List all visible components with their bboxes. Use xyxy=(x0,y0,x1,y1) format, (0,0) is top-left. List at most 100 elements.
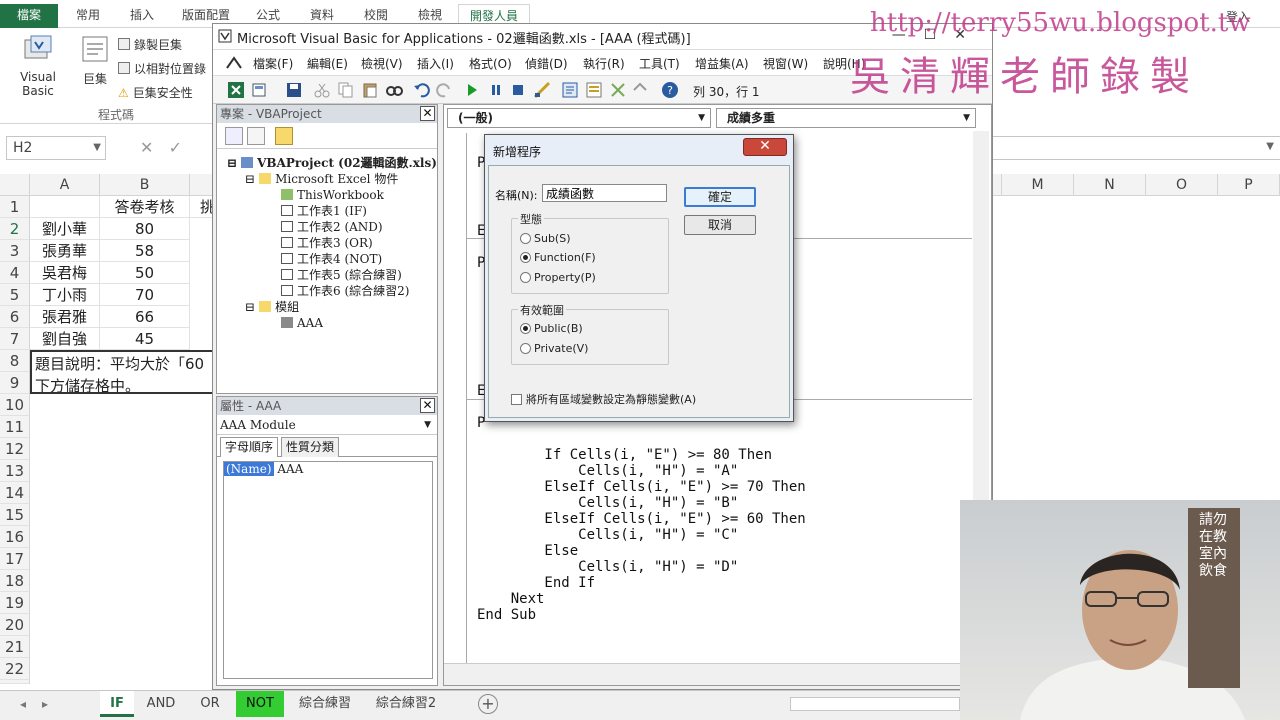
toolbox-icon[interactable] xyxy=(631,81,649,99)
tree-item-modules[interactable]: ⊟ 模組 xyxy=(245,299,299,315)
view-code-icon[interactable] xyxy=(225,127,243,145)
row-header[interactable]: 20 xyxy=(0,614,30,636)
tab-categorized[interactable]: 性質分類 xyxy=(281,437,340,457)
tree-item-sheet[interactable]: 工作表6 (綜合練習2) xyxy=(281,283,409,299)
excel-icon[interactable] xyxy=(227,81,245,99)
collapse-icon[interactable]: ⊟ xyxy=(245,172,255,186)
collapse-icon[interactable]: ⊟ xyxy=(245,300,255,314)
tab-insert[interactable]: 插入 xyxy=(120,4,164,26)
row-header[interactable]: 11 xyxy=(0,416,30,438)
cell-score[interactable]: 50 xyxy=(100,262,190,284)
sheet-tab-not[interactable]: NOT xyxy=(236,691,284,717)
visual-basic-button[interactable]: Visual Basic xyxy=(6,34,70,98)
insert-module-icon[interactable] xyxy=(251,81,269,99)
toggle-folders-icon[interactable] xyxy=(275,127,293,145)
radio-private[interactable]: Private(V) xyxy=(520,342,588,355)
static-variables-checkbox[interactable]: 將所有區域變數設定為靜態變數(A) xyxy=(511,391,696,407)
col-header-p[interactable]: P xyxy=(1218,174,1280,196)
undo-icon[interactable] xyxy=(413,81,431,99)
pause-icon[interactable] xyxy=(487,81,505,99)
menu-file[interactable]: 檔案(F) xyxy=(253,55,293,72)
row-header[interactable]: 7 xyxy=(0,328,30,350)
row-header[interactable]: 12 xyxy=(0,438,30,460)
row-header[interactable]: 18 xyxy=(0,570,30,592)
macro-security-button[interactable]: ⚠ 巨集安全性 xyxy=(118,84,193,101)
row-header[interactable]: 19 xyxy=(0,592,30,614)
property-name[interactable]: (Name) xyxy=(224,462,274,476)
row-header[interactable]: 2 xyxy=(0,218,30,240)
row-header[interactable]: 10 xyxy=(0,394,30,416)
col-header-o[interactable]: O xyxy=(1146,174,1218,196)
formula-bar[interactable]: ▼ xyxy=(990,136,1280,160)
horizontal-scrollbar[interactable] xyxy=(790,697,960,711)
row-header[interactable]: 21 xyxy=(0,636,30,658)
cell-a1[interactable] xyxy=(30,196,100,218)
cell-name[interactable]: 張勇華 xyxy=(30,240,100,262)
view-object-icon[interactable] xyxy=(247,127,265,145)
tree-item-sheet[interactable]: 工作表3 (OR) xyxy=(281,235,373,251)
radio-public[interactable]: Public(B) xyxy=(520,322,583,335)
run-icon[interactable] xyxy=(463,81,481,99)
cell-score[interactable]: 58 xyxy=(100,240,190,262)
row-header[interactable]: 1 xyxy=(0,196,30,218)
name-box[interactable]: H2 ▼ xyxy=(6,136,106,160)
col-header-n[interactable]: N xyxy=(1074,174,1146,196)
ok-button[interactable]: 確定 xyxy=(684,187,756,207)
sheet-tab-if[interactable]: IF xyxy=(100,691,134,717)
cancel-button[interactable]: 取消 xyxy=(684,215,756,235)
row-header[interactable]: 5 xyxy=(0,284,30,306)
close-icon[interactable]: ✕ xyxy=(420,398,435,413)
cell-score[interactable]: 66 xyxy=(100,306,190,328)
tree-item-sheet[interactable]: 工作表1 (IF) xyxy=(281,203,367,219)
tab-file[interactable]: 檔案 xyxy=(0,4,58,28)
tree-item-sheet[interactable]: 工作表4 (NOT) xyxy=(281,251,382,267)
radio-sub[interactable]: Sub(S) xyxy=(520,232,571,245)
design-mode-icon[interactable] xyxy=(533,81,551,99)
project-explorer-icon[interactable] xyxy=(561,81,579,99)
stop-icon[interactable] xyxy=(509,81,527,99)
sheet-tab-practice2[interactable]: 綜合練習2 xyxy=(366,691,446,717)
col-header-b[interactable]: B xyxy=(100,174,190,196)
object-combo[interactable]: (一般) ▼ xyxy=(447,108,711,128)
col-header-m[interactable]: M xyxy=(1002,174,1074,196)
cell-name[interactable]: 劉自強 xyxy=(30,328,100,350)
redo-icon[interactable] xyxy=(435,81,453,99)
tree-item-project[interactable]: ⊟ VBAProject (02邏輯函數.xls) xyxy=(227,155,437,171)
procedure-name-input[interactable] xyxy=(542,184,667,202)
properties-icon[interactable] xyxy=(585,81,603,99)
sheet-tab-practice[interactable]: 綜合練習 xyxy=(290,691,360,717)
row-header[interactable]: 13 xyxy=(0,460,30,482)
row-header[interactable]: 22 xyxy=(0,658,30,680)
sheet-tab-and[interactable]: AND xyxy=(140,691,182,717)
property-value[interactable]: AAA xyxy=(277,462,303,476)
menu-debug[interactable]: 偵錯(D) xyxy=(525,55,568,72)
cancel-icon[interactable]: ✕ xyxy=(140,138,153,157)
cell-b1[interactable]: 答卷考核 xyxy=(100,196,190,218)
menu-view[interactable]: 檢視(V) xyxy=(361,55,403,72)
dialog-close-button[interactable]: ✕ xyxy=(743,138,787,156)
object-browser-icon[interactable] xyxy=(609,81,627,99)
row-header[interactable]: 6 xyxy=(0,306,30,328)
menu-run[interactable]: 執行(R) xyxy=(583,55,625,72)
excel-view-icon[interactable] xyxy=(225,54,243,72)
menu-format[interactable]: 格式(O) xyxy=(469,55,512,72)
record-macro-button[interactable]: 錄製巨集 xyxy=(118,36,182,53)
tree-item-sheet[interactable]: 工作表2 (AND) xyxy=(281,219,383,235)
radio-property[interactable]: Property(P) xyxy=(520,271,596,284)
cell-name[interactable]: 丁小雨 xyxy=(30,284,100,306)
collapse-icon[interactable]: ⊟ xyxy=(227,156,237,170)
select-all-corner[interactable] xyxy=(0,174,30,196)
properties-object-combo[interactable]: AAA Module ▼ xyxy=(217,415,437,435)
tree-item-excel-objects[interactable]: ⊟ Microsoft Excel 物件 xyxy=(245,171,398,187)
check-icon[interactable]: ✓ xyxy=(169,138,182,157)
col-header-a[interactable]: A xyxy=(30,174,100,196)
save-icon[interactable] xyxy=(285,81,303,99)
radio-function[interactable]: Function(F) xyxy=(520,251,596,264)
cut-icon[interactable] xyxy=(313,81,331,99)
tree-item-sheet[interactable]: 工作表5 (綜合練習) xyxy=(281,267,402,283)
relative-ref-button[interactable]: 以相對位置錄 xyxy=(118,60,206,77)
note-cell[interactable]: 題目說明：平均大於「60 下方儲存格中。 xyxy=(30,350,215,394)
macro-button[interactable]: 巨集 xyxy=(78,34,112,87)
row-header[interactable]: 9 xyxy=(0,372,30,394)
sheet-tab-or[interactable]: OR xyxy=(190,691,230,717)
